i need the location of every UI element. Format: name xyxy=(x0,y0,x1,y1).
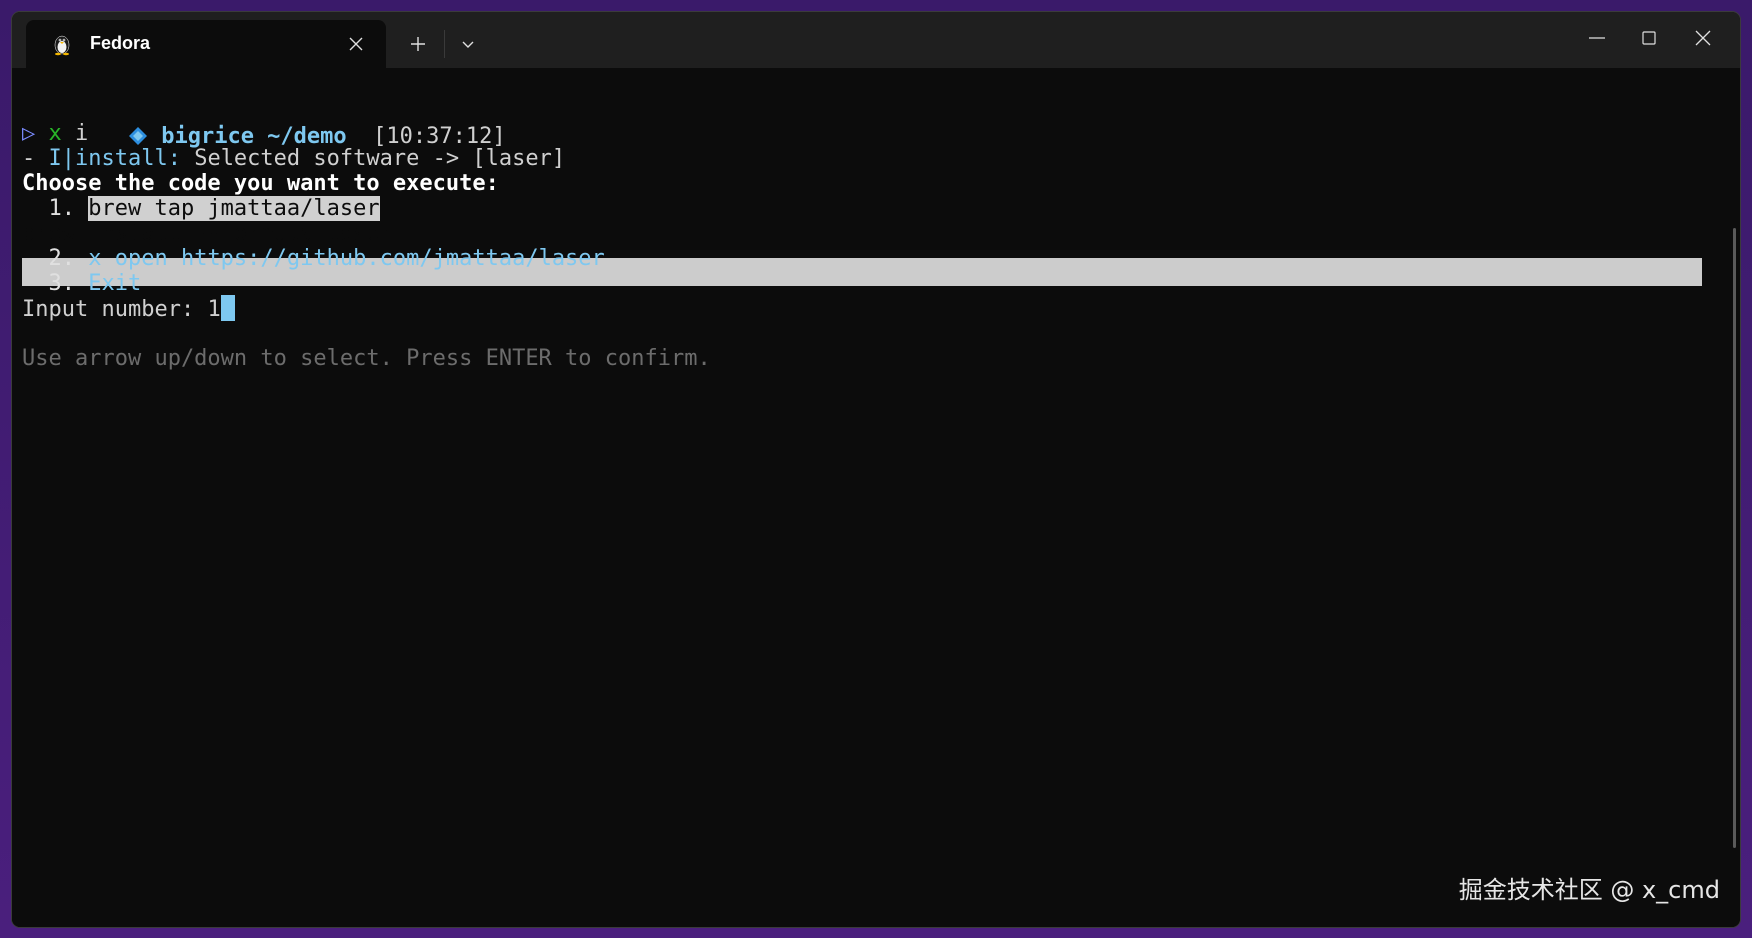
tab-close-icon[interactable] xyxy=(344,32,368,56)
new-tab-icon[interactable] xyxy=(404,30,432,58)
terminal-window: Fedora bigrice ~/demo [10:37:12] ▷ x i -… xyxy=(12,12,1740,927)
option-1[interactable]: 1. brew tap jmattaa/laser xyxy=(22,195,380,223)
install-prefix: - xyxy=(22,146,49,171)
input-value: 1 xyxy=(207,297,221,322)
install-label: I|install: xyxy=(48,146,181,171)
install-text: Selected software -> [laser] xyxy=(180,146,566,171)
chevron-down-icon[interactable] xyxy=(454,30,482,58)
close-icon[interactable] xyxy=(1680,22,1726,54)
tux-icon xyxy=(50,32,74,56)
command-name: x xyxy=(48,121,62,146)
option-1-continuation[interactable]: brew install --formula laser xyxy=(22,220,393,248)
command-arg: i xyxy=(75,121,89,146)
prompt-line: bigrice ~/demo [10:37:12] xyxy=(22,95,506,149)
option-1-number: 1. xyxy=(22,196,89,221)
hint-text: Use arrow up/down to select. Press ENTER… xyxy=(22,346,711,371)
minimize-icon[interactable] xyxy=(1574,22,1620,54)
command-line: ▷ x i xyxy=(22,120,88,148)
desktop-background: Fedora bigrice ~/demo [10:37:12] ▷ x i -… xyxy=(0,0,1752,938)
option-3[interactable]: 3. Exit xyxy=(22,270,141,298)
option-2-number: 2. xyxy=(22,246,89,271)
option-2[interactable]: 2. x open https://github.com/jmattaa/las… xyxy=(22,245,605,273)
option-1-text: brew tap jmattaa/laser xyxy=(88,196,380,221)
tab-title: Fedora xyxy=(90,33,151,53)
choose-prompt: Choose the code you want to execute: xyxy=(22,171,499,196)
tab-separator xyxy=(444,30,445,58)
install-line: - I|install: Selected software -> [laser… xyxy=(22,145,565,173)
text-cursor xyxy=(220,295,235,321)
option-2-text: x open https://github.com/jmattaa/laser xyxy=(88,246,605,271)
maximize-icon[interactable] xyxy=(1626,22,1672,54)
option-3-text: Exit xyxy=(88,271,142,296)
tab-fedora[interactable]: Fedora xyxy=(26,20,386,68)
watermark: 掘金技术社区 @ x_cmd xyxy=(1458,876,1720,904)
terminal-output[interactable]: bigrice ~/demo [10:37:12] ▷ x i - I|inst… xyxy=(12,68,1740,927)
scrollbar[interactable] xyxy=(1733,228,1736,848)
title-bar: Fedora xyxy=(12,12,1740,68)
prompt-symbol: ▷ xyxy=(22,121,36,146)
option-3-number: 3. xyxy=(22,271,89,296)
input-line[interactable]: Input number: 1 xyxy=(22,295,235,323)
input-label: Input number: xyxy=(22,297,208,322)
